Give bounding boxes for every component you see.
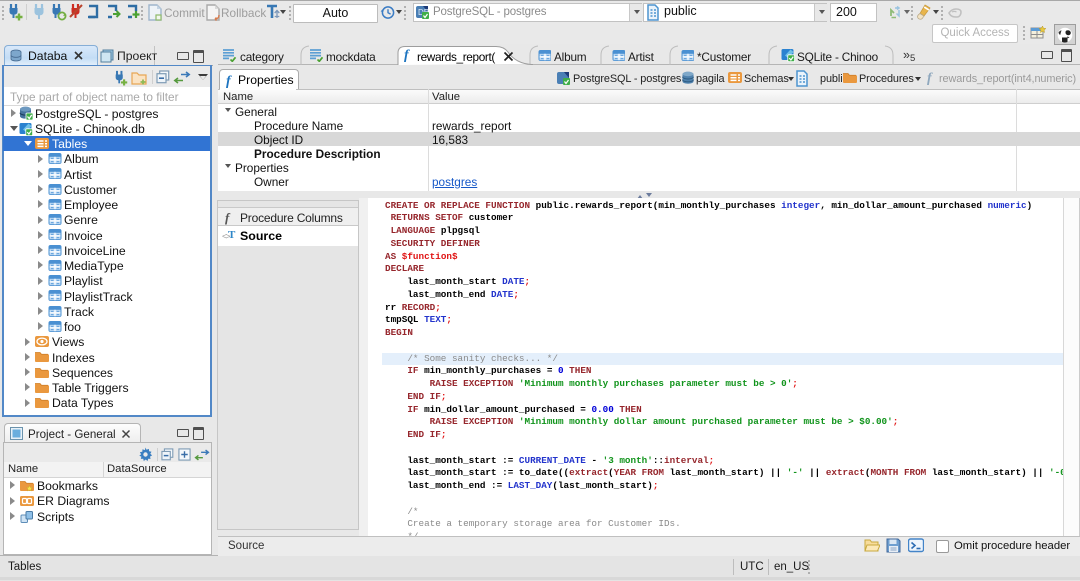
svg-text:f: f — [404, 48, 410, 62]
svg-text:f: f — [225, 210, 231, 225]
svg-text:f: f — [226, 74, 232, 88]
svg-text:f: f — [927, 71, 933, 85]
